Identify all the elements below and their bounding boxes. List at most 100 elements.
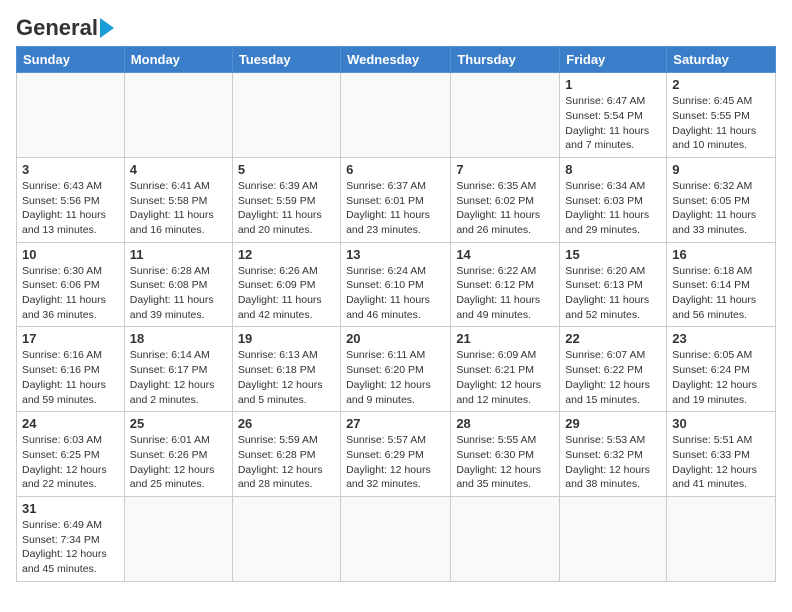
calendar-week-row: 10 Sunrise: 6:30 AM Sunset: 6:06 PM Dayli… <box>17 242 776 327</box>
calendar-week-row: 31 Sunrise: 6:49 AM Sunset: 7:34 PM Dayli… <box>17 496 776 581</box>
calendar-cell: 6Sunrise: 6:37 AM Sunset: 6:01 PM Daylig… <box>341 157 451 242</box>
calendar-cell: 3 Sunrise: 6:43 AM Sunset: 5:56 PM Daylig… <box>17 157 125 242</box>
day-number: 31 <box>22 501 119 516</box>
day-info: Sunrise: 6:05 AM Sunset: 6:24 PM Dayligh… <box>672 348 770 407</box>
calendar-cell <box>560 496 667 581</box>
calendar-cell <box>124 496 232 581</box>
day-number: 29 <box>565 416 661 431</box>
weekday-header-tuesday: Tuesday <box>232 47 340 73</box>
calendar-cell: 23 Sunrise: 6:05 AM Sunset: 6:24 PM Dayli… <box>667 327 776 412</box>
day-info: Sunrise: 6:03 AM Sunset: 6:25 PM Dayligh… <box>22 433 119 492</box>
page-header: General <box>16 16 776 38</box>
day-info: Sunrise: 5:59 AM Sunset: 6:28 PM Dayligh… <box>238 433 335 492</box>
calendar-week-row: 3 Sunrise: 6:43 AM Sunset: 5:56 PM Daylig… <box>17 157 776 242</box>
logo: General <box>16 16 114 38</box>
calendar-cell: 26 Sunrise: 5:59 AM Sunset: 6:28 PM Dayli… <box>232 412 340 497</box>
calendar-cell: 17Sunrise: 6:16 AM Sunset: 6:16 PM Dayli… <box>17 327 125 412</box>
day-info: Sunrise: 5:55 AM Sunset: 6:30 PM Dayligh… <box>456 433 554 492</box>
day-number: 19 <box>238 331 335 346</box>
calendar-cell <box>124 73 232 158</box>
calendar-cell <box>341 496 451 581</box>
day-number: 16 <box>672 247 770 262</box>
day-number: 15 <box>565 247 661 262</box>
calendar-cell: 11 Sunrise: 6:28 AM Sunset: 6:08 PM Dayli… <box>124 242 232 327</box>
day-info: Sunrise: 6:43 AM Sunset: 5:56 PM Dayligh… <box>22 179 119 238</box>
day-info: Sunrise: 6:13 AM Sunset: 6:18 PM Dayligh… <box>238 348 335 407</box>
calendar-week-row: 1 Sunrise: 6:47 AM Sunset: 5:54 PM Daylig… <box>17 73 776 158</box>
day-number: 10 <box>22 247 119 262</box>
day-info: Sunrise: 6:34 AM Sunset: 6:03 PM Dayligh… <box>565 179 661 238</box>
calendar-cell: 29 Sunrise: 5:53 AM Sunset: 6:32 PM Dayli… <box>560 412 667 497</box>
calendar-cell <box>667 496 776 581</box>
day-info: Sunrise: 6:49 AM Sunset: 7:34 PM Dayligh… <box>22 518 119 577</box>
day-number: 18 <box>130 331 227 346</box>
calendar-cell <box>451 496 560 581</box>
calendar-cell: 31 Sunrise: 6:49 AM Sunset: 7:34 PM Dayli… <box>17 496 125 581</box>
calendar-cell: 28 Sunrise: 5:55 AM Sunset: 6:30 PM Dayli… <box>451 412 560 497</box>
calendar-cell: 4 Sunrise: 6:41 AM Sunset: 5:58 PM Daylig… <box>124 157 232 242</box>
day-number: 7 <box>456 162 554 177</box>
day-info: Sunrise: 6:24 AM Sunset: 6:10 PM Dayligh… <box>346 264 445 323</box>
calendar-cell: 10 Sunrise: 6:30 AM Sunset: 6:06 PM Dayli… <box>17 242 125 327</box>
calendar-cell: 2 Sunrise: 6:45 AM Sunset: 5:55 PM Daylig… <box>667 73 776 158</box>
day-number: 22 <box>565 331 661 346</box>
day-info: Sunrise: 6:30 AM Sunset: 6:06 PM Dayligh… <box>22 264 119 323</box>
day-info: Sunrise: 5:57 AM Sunset: 6:29 PM Dayligh… <box>346 433 445 492</box>
weekday-header-saturday: Saturday <box>667 47 776 73</box>
calendar-cell: 5 Sunrise: 6:39 AM Sunset: 5:59 PM Daylig… <box>232 157 340 242</box>
day-info: Sunrise: 6:26 AM Sunset: 6:09 PM Dayligh… <box>238 264 335 323</box>
day-info: Sunrise: 6:01 AM Sunset: 6:26 PM Dayligh… <box>130 433 227 492</box>
day-number: 26 <box>238 416 335 431</box>
day-info: Sunrise: 6:32 AM Sunset: 6:05 PM Dayligh… <box>672 179 770 238</box>
day-info: Sunrise: 5:51 AM Sunset: 6:33 PM Dayligh… <box>672 433 770 492</box>
day-info: Sunrise: 5:53 AM Sunset: 6:32 PM Dayligh… <box>565 433 661 492</box>
calendar-cell: 25 Sunrise: 6:01 AM Sunset: 6:26 PM Dayli… <box>124 412 232 497</box>
day-info: Sunrise: 6:35 AM Sunset: 6:02 PM Dayligh… <box>456 179 554 238</box>
day-info: Sunrise: 6:22 AM Sunset: 6:12 PM Dayligh… <box>456 264 554 323</box>
day-number: 8 <box>565 162 661 177</box>
day-info: Sunrise: 6:07 AM Sunset: 6:22 PM Dayligh… <box>565 348 661 407</box>
day-number: 12 <box>238 247 335 262</box>
day-number: 25 <box>130 416 227 431</box>
weekday-header-monday: Monday <box>124 47 232 73</box>
day-info: Sunrise: 6:16 AM Sunset: 6:16 PM Dayligh… <box>22 348 119 407</box>
day-number: 21 <box>456 331 554 346</box>
day-info: Sunrise: 6:18 AM Sunset: 6:14 PM Dayligh… <box>672 264 770 323</box>
day-info: Sunrise: 6:14 AM Sunset: 6:17 PM Dayligh… <box>130 348 227 407</box>
weekday-header-friday: Friday <box>560 47 667 73</box>
calendar-cell: 18 Sunrise: 6:14 AM Sunset: 6:17 PM Dayli… <box>124 327 232 412</box>
calendar-cell: 12 Sunrise: 6:26 AM Sunset: 6:09 PM Dayli… <box>232 242 340 327</box>
day-info: Sunrise: 6:45 AM Sunset: 5:55 PM Dayligh… <box>672 94 770 153</box>
calendar-cell: 27Sunrise: 5:57 AM Sunset: 6:29 PM Dayli… <box>341 412 451 497</box>
calendar-week-row: 24Sunrise: 6:03 AM Sunset: 6:25 PM Dayli… <box>17 412 776 497</box>
day-info: Sunrise: 6:28 AM Sunset: 6:08 PM Dayligh… <box>130 264 227 323</box>
day-number: 4 <box>130 162 227 177</box>
calendar-cell: 13 Sunrise: 6:24 AM Sunset: 6:10 PM Dayli… <box>341 242 451 327</box>
calendar-cell <box>451 73 560 158</box>
day-number: 2 <box>672 77 770 92</box>
day-number: 30 <box>672 416 770 431</box>
day-number: 28 <box>456 416 554 431</box>
calendar-cell: 8 Sunrise: 6:34 AM Sunset: 6:03 PM Daylig… <box>560 157 667 242</box>
day-info: Sunrise: 6:41 AM Sunset: 5:58 PM Dayligh… <box>130 179 227 238</box>
day-number: 3 <box>22 162 119 177</box>
day-info: Sunrise: 6:39 AM Sunset: 5:59 PM Dayligh… <box>238 179 335 238</box>
calendar-header-row: SundayMondayTuesdayWednesdayThursdayFrid… <box>17 47 776 73</box>
calendar-cell <box>232 496 340 581</box>
day-info: Sunrise: 6:20 AM Sunset: 6:13 PM Dayligh… <box>565 264 661 323</box>
day-number: 13 <box>346 247 445 262</box>
weekday-header-sunday: Sunday <box>17 47 125 73</box>
calendar-week-row: 17Sunrise: 6:16 AM Sunset: 6:16 PM Dayli… <box>17 327 776 412</box>
day-number: 11 <box>130 247 227 262</box>
day-info: Sunrise: 6:47 AM Sunset: 5:54 PM Dayligh… <box>565 94 661 153</box>
weekday-header-thursday: Thursday <box>451 47 560 73</box>
day-number: 6 <box>346 162 445 177</box>
day-info: Sunrise: 6:09 AM Sunset: 6:21 PM Dayligh… <box>456 348 554 407</box>
day-number: 1 <box>565 77 661 92</box>
calendar-cell: 1 Sunrise: 6:47 AM Sunset: 5:54 PM Daylig… <box>560 73 667 158</box>
calendar-table: SundayMondayTuesdayWednesdayThursdayFrid… <box>16 46 776 582</box>
day-number: 23 <box>672 331 770 346</box>
day-number: 9 <box>672 162 770 177</box>
weekday-header-wednesday: Wednesday <box>341 47 451 73</box>
day-number: 5 <box>238 162 335 177</box>
